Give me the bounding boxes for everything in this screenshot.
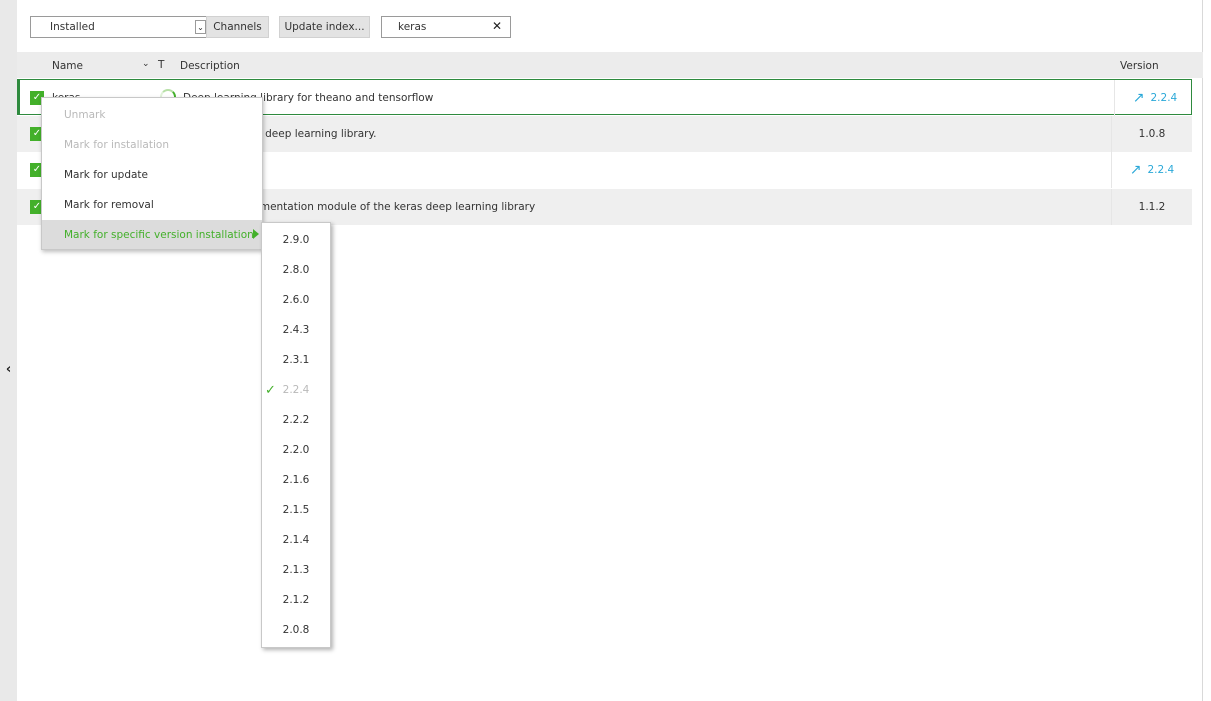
version-option[interactable]: 2.6.0	[262, 285, 330, 315]
chevron-down-icon[interactable]: ⌄	[195, 20, 206, 34]
version-option[interactable]: 2.1.6	[262, 465, 330, 495]
update-index-button[interactable]: Update index...	[279, 16, 370, 38]
version-option-label: 2.2.0	[282, 444, 310, 456]
version-option[interactable]: ✓ 2.2.4	[262, 375, 330, 405]
version-option[interactable]: 2.1.3	[262, 555, 330, 585]
version-value: 2.2.4	[1147, 164, 1175, 176]
version-value: 2.2.4	[1150, 92, 1178, 104]
version-option-label: 2.1.3	[282, 564, 310, 576]
version-option-label: 2.6.0	[282, 294, 310, 306]
update-arrow-icon: ↗	[1129, 162, 1142, 178]
clear-search-icon[interactable]: ✕	[492, 19, 502, 33]
version-option-label: 2.9.0	[282, 234, 310, 246]
toolbar: Installed ⌄ Channels Update index... ker…	[17, 0, 1203, 52]
version-option-label: 2.4.3	[282, 324, 310, 336]
version-option[interactable]: 2.1.2	[262, 585, 330, 615]
menu-item-mark-for-removal[interactable]: Mark for removal	[42, 190, 262, 220]
version-option[interactable]: 2.8.0	[262, 255, 330, 285]
search-input[interactable]: keras ✕	[381, 16, 511, 38]
version-submenu: 2.9.0 2.8.0 2.6.0 2.4.3 2.3.1 ✓ 2.2.4 2.2.2 2.2.…	[261, 222, 331, 648]
version-option-label: 2.0.8	[282, 624, 310, 636]
version-option-label: 2.3.1	[282, 354, 310, 366]
version-cell[interactable]: 1.0.8	[1111, 116, 1192, 152]
version-option[interactable]: 2.2.2	[262, 405, 330, 435]
version-option-label: 2.2.4	[282, 384, 310, 396]
version-value: 1.1.2	[1138, 201, 1166, 213]
version-option-label: 2.2.2	[282, 414, 310, 426]
version-value: 1.0.8	[1138, 128, 1166, 140]
menu-item-unmark[interactable]: Unmark	[42, 100, 262, 130]
version-option[interactable]: 2.1.4	[262, 525, 330, 555]
version-option-label: 2.1.2	[282, 594, 310, 606]
channels-button[interactable]: Channels	[206, 16, 269, 38]
checkmark-icon: ✓	[265, 383, 276, 398]
menu-item-label: Mark for specific version installation	[64, 228, 254, 241]
submenu-arrow-icon	[253, 229, 259, 239]
version-option[interactable]: 2.9.0	[262, 225, 330, 255]
version-option[interactable]: 2.1.5	[262, 495, 330, 525]
package-context-menu: Unmark Mark for installation Mark for up…	[41, 97, 263, 250]
column-header-version[interactable]: Version	[1120, 60, 1159, 72]
version-cell[interactable]: ↗ 2.2.4	[1111, 152, 1192, 188]
update-arrow-icon: ↗	[1132, 90, 1145, 106]
menu-item-mark-for-specific-version[interactable]: Mark for specific version installation	[42, 220, 262, 249]
version-option-label: 2.1.6	[282, 474, 310, 486]
search-input-value: keras	[398, 21, 427, 33]
version-option[interactable]: 2.2.0	[262, 435, 330, 465]
version-cell[interactable]: 1.1.2	[1111, 189, 1192, 225]
version-cell[interactable]: ↗ 2.2.4	[1114, 80, 1195, 116]
version-option-label: 2.1.4	[282, 534, 310, 546]
version-option[interactable]: 2.0.8	[262, 615, 330, 645]
menu-item-mark-for-installation[interactable]: Mark for installation	[42, 130, 262, 160]
text-filter-icon[interactable]: T	[158, 59, 164, 71]
collapse-panel-icon[interactable]: ‹	[2, 360, 15, 378]
column-header-description[interactable]: Description	[180, 60, 240, 72]
version-option[interactable]: 2.3.1	[262, 345, 330, 375]
left-sidebar-rail: ‹	[0, 0, 17, 701]
menu-item-mark-for-update[interactable]: Mark for update	[42, 160, 262, 190]
package-filter-value: Installed	[50, 21, 95, 33]
version-option-label: 2.8.0	[282, 264, 310, 276]
version-option-label: 2.1.5	[282, 504, 310, 516]
package-filter-select[interactable]: Installed ⌄	[30, 16, 211, 38]
sort-chevron-icon[interactable]: ⌄	[142, 59, 150, 69]
version-option[interactable]: 2.4.3	[262, 315, 330, 345]
table-header: Name ⌄ T Description Version	[17, 52, 1203, 78]
column-header-name[interactable]: Name	[52, 60, 83, 72]
